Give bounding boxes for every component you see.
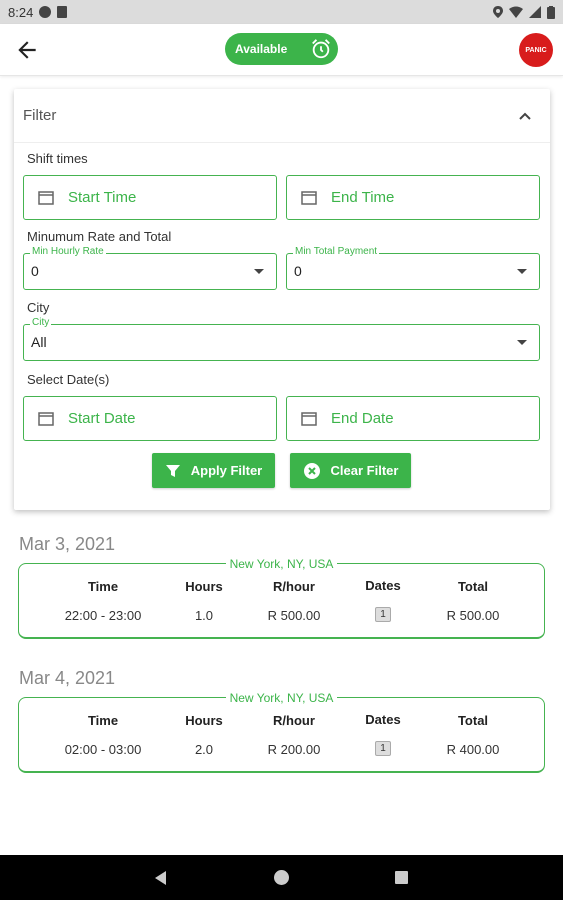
rate-header: R/hour (273, 713, 315, 728)
nav-recents-icon[interactable] (395, 871, 408, 884)
select-dates-label: Select Date(s) (27, 372, 110, 387)
shift-location: New York, NY, USA (225, 557, 338, 571)
min-hourly-rate-legend: Min Hourly Rate (30, 246, 106, 257)
start-time-field[interactable]: Start Time (23, 175, 277, 220)
app-notification-icon (39, 6, 52, 18)
calendar-icon (301, 191, 317, 205)
funnel-icon (165, 464, 180, 477)
dropdown-caret-icon (517, 269, 527, 274)
dates-header: Dates (365, 712, 401, 727)
hours-column: Hours 2.0 (154, 713, 254, 757)
shift-card[interactable]: New York, NY, USA Time 02:00 - 03:00 Hou… (18, 691, 545, 773)
rate-column: R/hour R 200.00 (244, 713, 344, 757)
clear-filter-button[interactable]: Clear Filter (290, 453, 411, 488)
shift-times-label: Shift times (27, 151, 88, 166)
panic-button[interactable]: PANIC (519, 33, 553, 67)
min-rate-label: Minumum Rate and Total (27, 229, 172, 244)
min-total-payment-legend: Min Total Payment (293, 246, 380, 257)
status-bar: 8:24 (0, 0, 563, 24)
min-hourly-rate-value: 0 (31, 263, 39, 279)
hours-column: Hours 1.0 (154, 579, 254, 623)
total-header: Total (457, 713, 489, 728)
dates-column: Dates 1 (333, 578, 433, 622)
end-date-field[interactable]: End Date (286, 396, 540, 441)
chevron-up-icon[interactable] (518, 109, 532, 123)
calendar-icon (38, 412, 54, 426)
hours-header: Hours (185, 579, 223, 594)
end-time-field[interactable]: End Time (286, 175, 540, 220)
city-legend: City (30, 317, 52, 328)
dropdown-caret-icon (517, 340, 527, 345)
min-total-payment-value: 0 (294, 263, 302, 279)
end-date-placeholder: End Date (331, 410, 394, 427)
total-value: R 400.00 (446, 742, 500, 757)
availability-label: Available (235, 42, 288, 56)
hours-header: Hours (185, 713, 223, 728)
total-value: R 500.00 (446, 608, 500, 623)
dates-column: Dates 1 (333, 712, 433, 756)
calendar-icon (38, 191, 54, 205)
alarm-clock-icon (312, 39, 330, 59)
rate-value: R 500.00 (267, 608, 321, 623)
rate-header: R/hour (273, 579, 315, 594)
hours-value: 2.0 (194, 742, 214, 757)
city-value: All (31, 334, 47, 350)
shift-date-heading: Mar 3, 2021 (19, 534, 116, 554)
nav-home-icon[interactable] (274, 870, 289, 885)
system-nav-bar (0, 855, 563, 900)
start-date-placeholder: Start Date (68, 410, 136, 427)
total-column: Total R 500.00 (423, 579, 523, 623)
apply-filter-label: Apply Filter (190, 463, 263, 478)
city-select[interactable]: City All (23, 317, 540, 361)
start-date-field[interactable]: Start Date (23, 396, 277, 441)
dates-header: Dates (365, 578, 401, 593)
sd-card-icon (57, 6, 68, 18)
calendar-icon (301, 412, 317, 426)
shift-card[interactable]: New York, NY, USA Time 22:00 - 23:00 Hou… (18, 557, 545, 639)
time-value: 22:00 - 23:00 (64, 608, 142, 623)
filter-header[interactable]: Filter (14, 89, 550, 143)
clear-filter-label: Clear Filter (330, 463, 399, 478)
time-value: 02:00 - 03:00 (64, 742, 142, 757)
rate-column: R/hour R 500.00 (244, 579, 344, 623)
time-column: Time 02:00 - 03:00 (53, 713, 153, 757)
min-total-payment-select[interactable]: Min Total Payment 0 (286, 246, 540, 290)
availability-toggle[interactable]: Available (225, 33, 338, 65)
filter-title: Filter (23, 107, 57, 124)
app-bar: Available PANIC (0, 24, 563, 76)
start-time-placeholder: Start Time (68, 189, 137, 206)
min-hourly-rate-select[interactable]: Min Hourly Rate 0 (23, 246, 277, 290)
apply-filter-button[interactable]: Apply Filter (152, 453, 275, 488)
city-label: City (27, 300, 50, 315)
time-header: Time (87, 579, 119, 594)
time-column: Time 22:00 - 23:00 (53, 579, 153, 623)
time-header: Time (87, 713, 119, 728)
dropdown-caret-icon (254, 269, 264, 274)
back-arrow-icon[interactable] (14, 37, 40, 63)
location-icon (493, 6, 503, 18)
hours-value: 1.0 (194, 608, 214, 623)
filter-panel: Filter Shift times Start Time End Time M… (14, 89, 550, 510)
signal-icon (529, 6, 541, 18)
wifi-icon (509, 6, 523, 18)
panic-label: PANIC (525, 46, 547, 54)
shift-location: New York, NY, USA (225, 691, 338, 705)
end-time-placeholder: End Time (331, 189, 395, 206)
nav-back-icon[interactable] (155, 871, 166, 885)
total-column: Total R 400.00 (423, 713, 523, 757)
status-time: 8:24 (8, 4, 34, 20)
battery-icon (547, 5, 555, 19)
total-header: Total (457, 579, 489, 594)
shift-date-heading: Mar 4, 2021 (19, 668, 116, 688)
dates-count-badge[interactable]: 1 (375, 607, 391, 622)
dates-count-badge[interactable]: 1 (375, 741, 391, 756)
rate-value: R 200.00 (267, 742, 321, 757)
clear-circle-icon (303, 462, 320, 479)
